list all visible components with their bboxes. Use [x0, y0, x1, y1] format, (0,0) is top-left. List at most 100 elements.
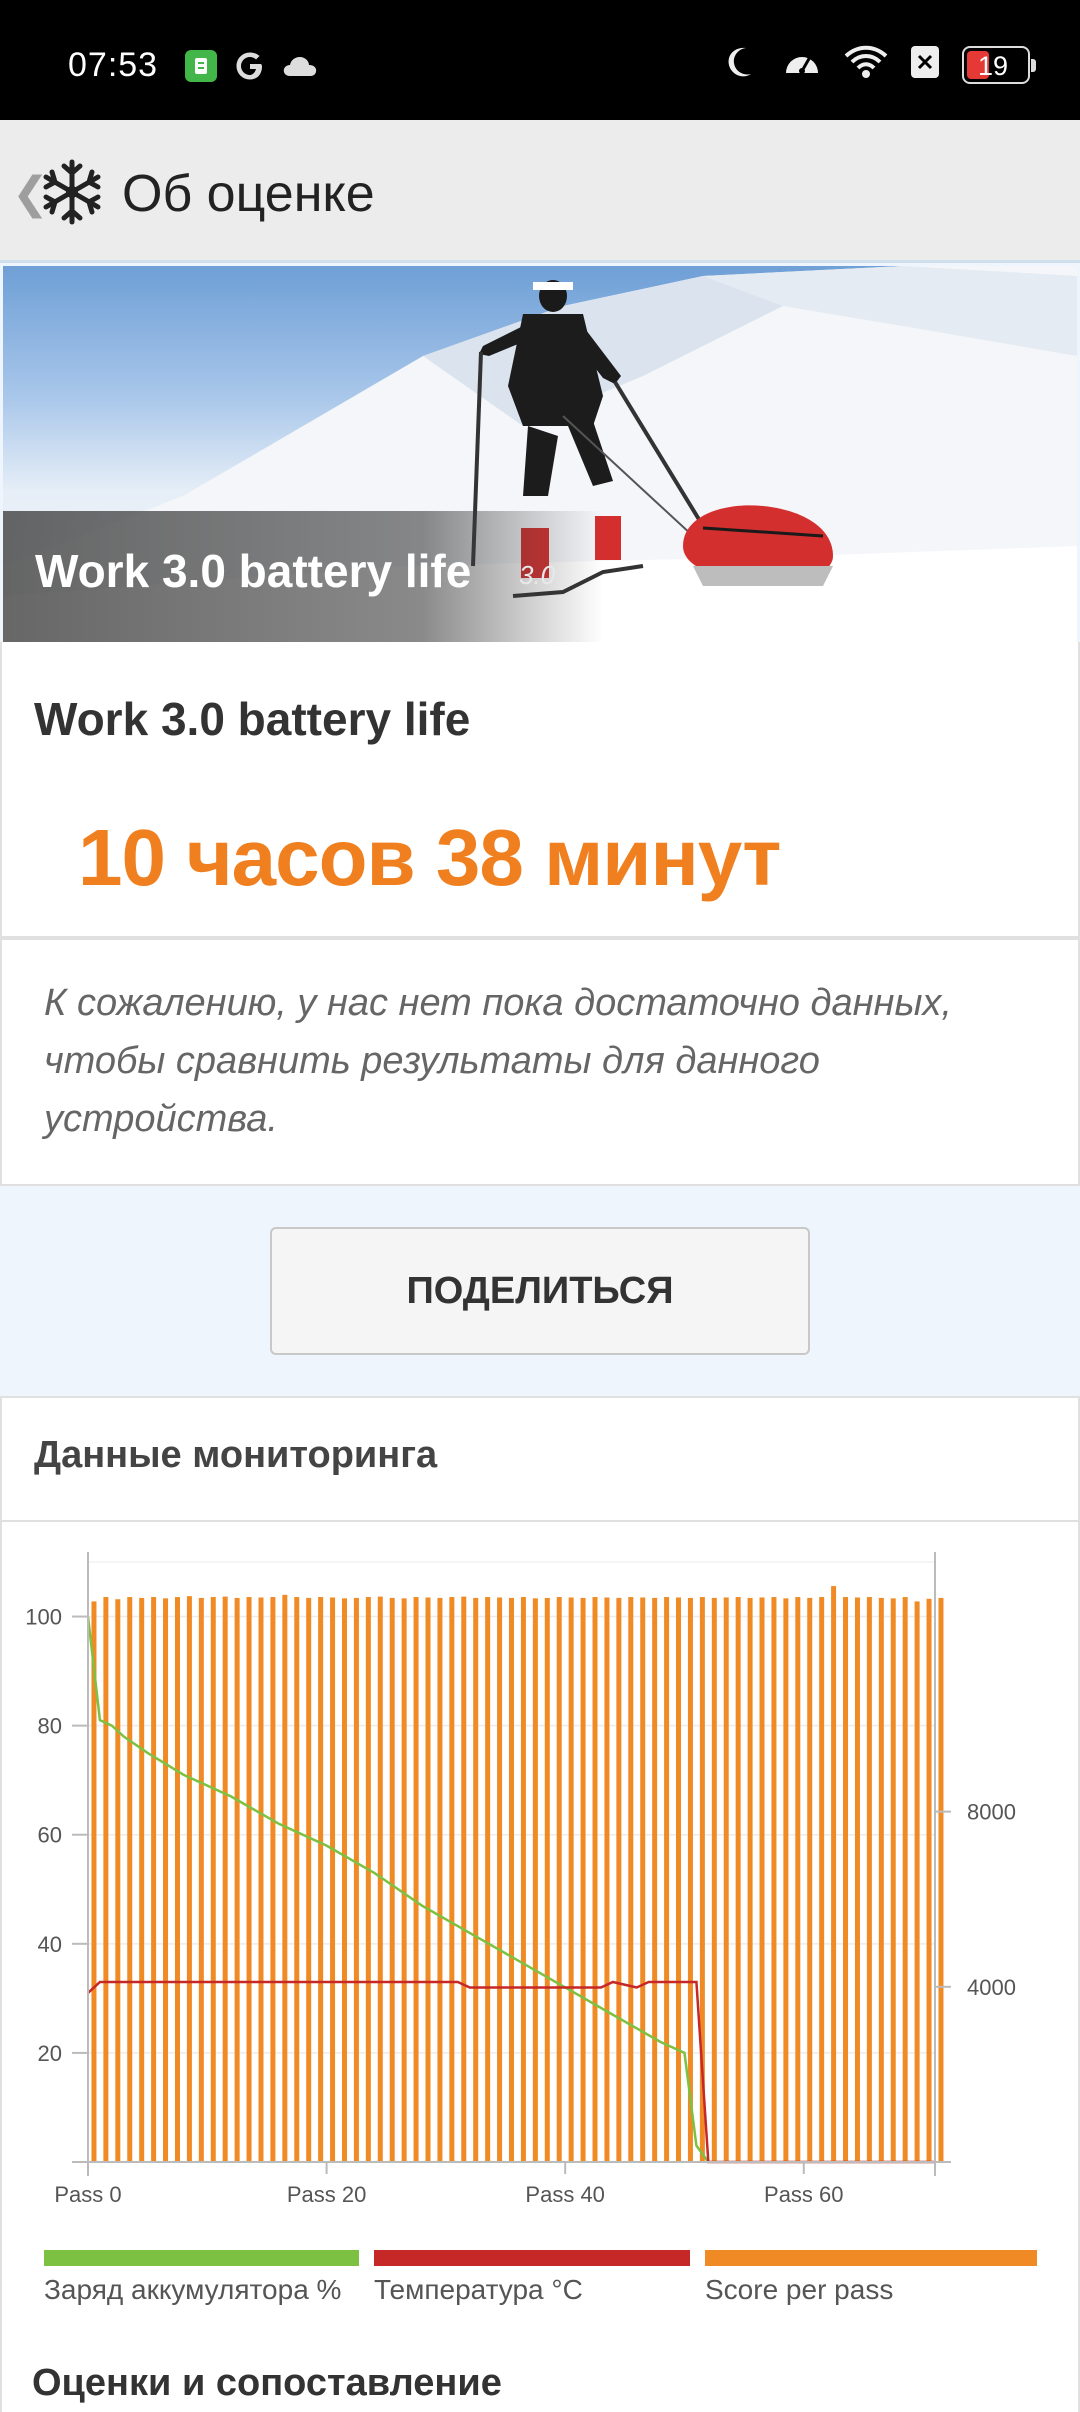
- score-bar: [532, 1598, 538, 2162]
- score-bar: [234, 1597, 240, 2162]
- cloud-icon: [281, 52, 319, 85]
- score-bar: [902, 1597, 908, 2162]
- close-box-icon: [910, 45, 940, 84]
- score-bar: [520, 1597, 526, 2162]
- score-bar: [425, 1597, 431, 2162]
- score-bar: [282, 1594, 288, 2162]
- score-bar: [437, 1597, 443, 2162]
- x-tick-label: Pass 40: [525, 2182, 605, 2207]
- score-bar: [926, 1598, 932, 2162]
- x-tick-label: Pass 20: [287, 2182, 367, 2207]
- score-bar: [831, 1586, 837, 2162]
- score-bar: [246, 1597, 252, 2162]
- result-card: Work 3.0 battery life 10 часов 38 минут: [0, 642, 1080, 938]
- score-bar: [664, 1597, 670, 2162]
- score-bar: [473, 1597, 479, 2162]
- score-bar: [294, 1597, 300, 2162]
- result-title: Work 3.0 battery life: [34, 693, 471, 745]
- score-bar: [353, 1597, 359, 2162]
- score-bar: [341, 1598, 347, 2162]
- score-bar: [318, 1597, 324, 2162]
- score-bar: [413, 1597, 419, 2162]
- score-bar: [103, 1597, 109, 2162]
- y-right-tick-label: 8000: [967, 1800, 1016, 1825]
- y-left-tick-label: 100: [25, 1605, 62, 1630]
- score-bar: [151, 1597, 157, 2162]
- info-message: К сожалению, у нас нет пока достаточно д…: [44, 982, 952, 1140]
- score-bar: [604, 1597, 610, 2162]
- info-message-card: К сожалению, у нас нет пока достаточно д…: [0, 938, 1080, 1186]
- y-left-tick-label: 60: [38, 1823, 62, 1848]
- score-bar: [330, 1597, 336, 2162]
- score-bar: [389, 1597, 395, 2162]
- app-notification-icon: [183, 48, 219, 89]
- page-title: Об оценке: [122, 165, 375, 223]
- result-value: 10 часов 38 минут: [78, 813, 781, 902]
- legend-swatch-battery: [44, 2250, 359, 2266]
- score-bar: [759, 1597, 765, 2162]
- score-bar: [878, 1597, 884, 2162]
- monitoring-chart: 20 40 60 80 100 4000 8000 Pass 0 Pass 20 Pass 40 P…: [25, 1552, 1016, 2207]
- score-bar: [222, 1596, 228, 2162]
- battery-line: [86, 1616, 710, 2163]
- y-right-tick-label: 4000: [967, 1975, 1016, 2000]
- snowflake-icon: [38, 158, 106, 226]
- battery-level: 19: [977, 50, 1009, 81]
- hero-banner: Work 3.0 battery life 3.0: [3, 266, 1077, 642]
- hero-version: 3.0: [519, 560, 556, 590]
- legend-label-score: Score per pass: [705, 2274, 894, 2305]
- y-left-tick-label: 20: [38, 2041, 62, 2066]
- monitoring-title: Данные мониторинга: [34, 1434, 438, 1476]
- y-left-tick-label: 40: [38, 1932, 62, 1957]
- score-bar: [854, 1597, 860, 2162]
- legend-label-temperature: Температура °C: [374, 2274, 583, 2305]
- score-bar: [843, 1597, 849, 2162]
- legend-swatch-temperature: [374, 2250, 690, 2266]
- score-bar: [306, 1597, 312, 2162]
- score-bar: [711, 1597, 717, 2162]
- x-tick-label: Pass 0: [54, 2182, 121, 2207]
- wifi-icon: [844, 44, 888, 85]
- score-bar: [258, 1597, 264, 2162]
- score-bar: [186, 1596, 192, 2162]
- score-bar: [449, 1597, 455, 2162]
- scores-comparison-heading: Оценки и сопоставление: [32, 2362, 502, 2404]
- score-bar: [270, 1597, 276, 2162]
- score-bar: [771, 1597, 777, 2162]
- status-left-icons: [183, 48, 319, 89]
- score-bar: [485, 1597, 491, 2162]
- score-bar: [127, 1597, 133, 2162]
- score-bar: [938, 1597, 944, 2162]
- score-bar: [568, 1597, 574, 2162]
- score-bar: [676, 1597, 682, 2162]
- score-bar: [592, 1597, 598, 2162]
- score-bar: [652, 1597, 658, 2162]
- legend-item-temperature: Температура °C: [374, 2250, 690, 2320]
- score-bar: [783, 1598, 789, 2162]
- score-bar: [174, 1597, 180, 2162]
- score-bar: [795, 1597, 801, 2162]
- score-bar: [866, 1597, 872, 2162]
- status-right-icons: 19: [724, 44, 1036, 85]
- score-bar: [580, 1597, 586, 2162]
- legend-item-score: Score per pass: [705, 2250, 1037, 2320]
- score-bar: [616, 1597, 622, 2162]
- share-button[interactable]: ПОДЕЛИТЬСЯ: [270, 1227, 810, 1355]
- score-bar: [914, 1601, 920, 2162]
- score-bar: [461, 1596, 467, 2162]
- battery-icon: 19: [962, 45, 1036, 84]
- x-tick-label: Pass 60: [764, 2182, 844, 2207]
- score-bars: [91, 1586, 944, 2162]
- score-bar: [890, 1598, 896, 2162]
- app-bar: ❮ Об оценке: [0, 120, 1080, 263]
- score-bar: [819, 1597, 825, 2162]
- score-bar: [556, 1597, 562, 2162]
- score-bar: [365, 1597, 371, 2162]
- speedometer-icon: [782, 45, 822, 84]
- score-bar: [509, 1597, 514, 2162]
- score-bar: [210, 1597, 216, 2162]
- score-bar: [723, 1597, 729, 2162]
- score-bar: [747, 1597, 753, 2162]
- score-bar: [807, 1597, 813, 2162]
- legend-item-battery: Заряд аккумулятора %: [44, 2250, 359, 2320]
